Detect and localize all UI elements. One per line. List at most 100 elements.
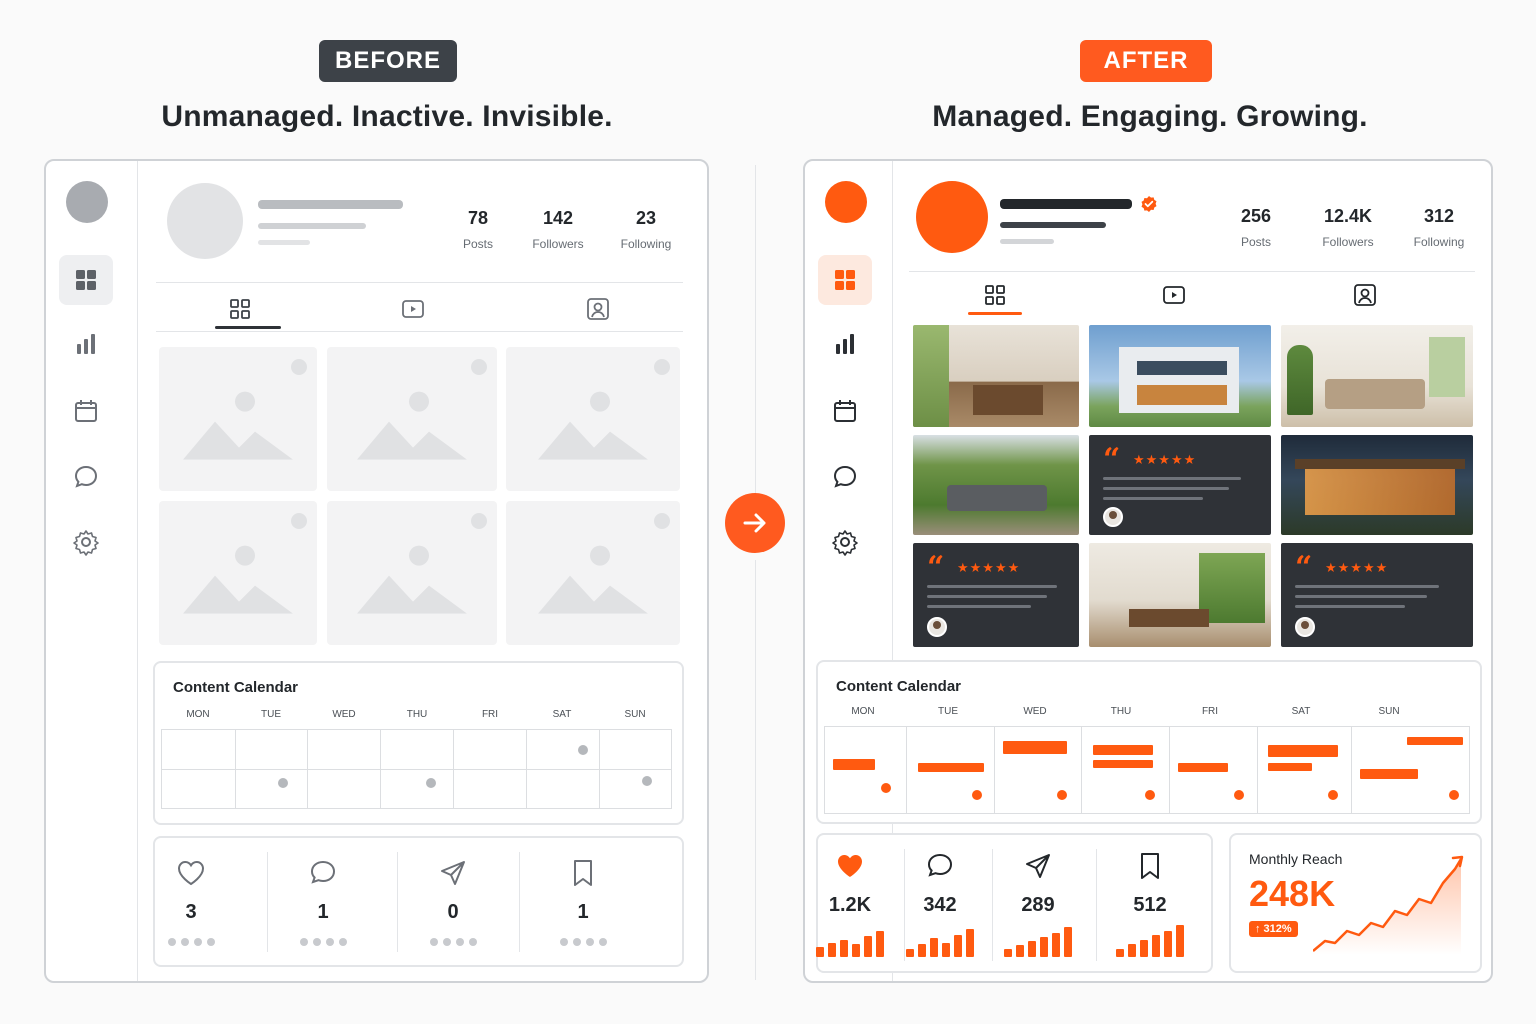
chat-icon bbox=[833, 465, 857, 488]
saves-value: 1 bbox=[577, 901, 589, 923]
tab-videos[interactable] bbox=[1119, 275, 1229, 315]
scheduled-post-dot[interactable] bbox=[1057, 790, 1067, 800]
post-photo-living-room[interactable] bbox=[1281, 325, 1473, 427]
scheduled-post-dot[interactable] bbox=[1449, 790, 1459, 800]
scheduled-post-dot[interactable] bbox=[1145, 790, 1155, 800]
calendar-icon bbox=[75, 400, 97, 422]
client-review-card[interactable]: “ ★★★★★ bbox=[1281, 543, 1473, 647]
sidebar-item-calendar[interactable] bbox=[818, 386, 872, 436]
tab-posts[interactable] bbox=[940, 275, 1050, 315]
scheduled-post-bar[interactable] bbox=[1268, 763, 1312, 771]
sidebar-avatar[interactable] bbox=[66, 181, 108, 223]
stat-value: 312 bbox=[1423, 206, 1455, 226]
likes-metric: 1.2K bbox=[805, 851, 900, 957]
sidebar-avatar[interactable] bbox=[825, 181, 867, 223]
before-sidebar bbox=[46, 161, 138, 981]
tab-tagged[interactable] bbox=[543, 289, 653, 329]
stat-value: 142 bbox=[542, 208, 574, 228]
scheduled-post-dot[interactable] bbox=[642, 776, 652, 786]
scheduled-post-bar[interactable] bbox=[1268, 745, 1338, 757]
client-review-card[interactable]: “ ★★★★★ bbox=[1089, 435, 1271, 535]
scheduled-post-bar[interactable] bbox=[1178, 763, 1228, 772]
comments-value: 342 bbox=[923, 894, 957, 916]
scheduled-post-dot[interactable] bbox=[1328, 790, 1338, 800]
profile-divider bbox=[909, 271, 1475, 272]
post-photo-house-night[interactable] bbox=[1281, 435, 1473, 535]
empty-post-placeholder bbox=[506, 347, 680, 491]
grid-icon bbox=[230, 299, 250, 319]
grid-icon bbox=[76, 270, 96, 290]
sidebar-item-grid[interactable] bbox=[818, 255, 872, 305]
monthly-reach-card: Monthly Reach 248K ↑ 312% bbox=[1229, 833, 1482, 973]
scheduled-post-bar[interactable] bbox=[918, 763, 984, 772]
stat-value: 12.4K bbox=[1323, 206, 1373, 226]
active-tab-indicator bbox=[215, 326, 281, 329]
image-placeholder-icon bbox=[183, 545, 293, 614]
tagged-user-icon bbox=[587, 298, 609, 320]
scheduled-post-dot[interactable] bbox=[1234, 790, 1244, 800]
video-icon bbox=[402, 300, 424, 318]
profile-avatar bbox=[167, 183, 243, 259]
post-photo-patio[interactable] bbox=[913, 435, 1079, 535]
sidebar-item-messages[interactable] bbox=[59, 452, 113, 502]
client-review-card[interactable]: “ ★★★★★ bbox=[913, 543, 1079, 647]
scheduled-post-bar[interactable] bbox=[1093, 760, 1153, 768]
comments-value: 1 bbox=[317, 901, 329, 923]
sidebar-item-settings[interactable] bbox=[59, 517, 113, 567]
stat-label: Followers bbox=[532, 237, 584, 251]
active-tab-indicator bbox=[968, 312, 1022, 315]
calendar-title: Content Calendar bbox=[836, 678, 962, 695]
scheduled-post-bar[interactable] bbox=[833, 759, 875, 770]
sidebar-item-analytics[interactable] bbox=[818, 319, 872, 369]
gear-icon bbox=[832, 530, 858, 556]
scheduled-post-dot[interactable] bbox=[578, 745, 588, 755]
grid-icon bbox=[985, 285, 1005, 305]
calendar-day: SUN bbox=[1378, 706, 1400, 717]
sidebar-item-grid[interactable] bbox=[59, 255, 113, 305]
sidebar-item-analytics[interactable] bbox=[59, 319, 113, 369]
calendar-day: WED bbox=[1023, 706, 1047, 717]
post-photo-kitchen[interactable] bbox=[913, 325, 1079, 427]
bar-chart-icon bbox=[77, 334, 95, 354]
calendar-day: THU bbox=[1110, 706, 1132, 717]
post-photo-modern-house[interactable] bbox=[1089, 325, 1271, 427]
profile-bio-bar bbox=[1000, 239, 1054, 244]
tab-tagged[interactable] bbox=[1310, 275, 1420, 315]
verified-badge-icon bbox=[1140, 195, 1158, 213]
post-photo-dining-room[interactable] bbox=[1089, 543, 1271, 647]
gear-icon bbox=[73, 530, 99, 556]
calendar-day: FRI bbox=[481, 709, 499, 720]
stat-label: Followers bbox=[1322, 235, 1374, 249]
calendar-day: THU bbox=[406, 709, 428, 720]
scheduled-post-bar[interactable] bbox=[1360, 769, 1418, 779]
scheduled-post-bar[interactable] bbox=[1093, 745, 1153, 755]
tab-posts[interactable] bbox=[185, 289, 295, 329]
empty-post-placeholder bbox=[159, 347, 317, 491]
panel-divider-top bbox=[755, 165, 756, 495]
scheduled-post-dot[interactable] bbox=[278, 778, 288, 788]
reach-growth-badge: ↑ 312% bbox=[1249, 921, 1298, 937]
sidebar-item-settings[interactable] bbox=[818, 517, 872, 567]
calendar-grid bbox=[161, 729, 672, 809]
before-after-arrow-button[interactable] bbox=[725, 493, 785, 553]
scheduled-post-dot[interactable] bbox=[426, 778, 436, 788]
sidebar-item-messages[interactable] bbox=[818, 452, 872, 502]
content-calendar-card: Content Calendar MON TUE WED THU FRI SAT… bbox=[816, 660, 1482, 824]
comment-icon bbox=[927, 853, 953, 877]
scheduled-post-dot[interactable] bbox=[972, 790, 982, 800]
scheduled-post-bar[interactable] bbox=[1407, 737, 1463, 745]
sidebar-item-calendar[interactable] bbox=[59, 386, 113, 436]
calendar-day: TUE bbox=[938, 706, 958, 717]
profile-name-placeholder bbox=[258, 200, 403, 209]
scheduled-post-dot[interactable] bbox=[881, 783, 891, 793]
star-rating: ★★★★★ bbox=[1133, 452, 1197, 467]
comments-metric: 1 bbox=[273, 858, 373, 946]
panel-divider-bottom bbox=[755, 560, 756, 980]
tabs-divider bbox=[156, 331, 683, 332]
scheduled-post-bar[interactable] bbox=[1003, 741, 1067, 754]
bookmark-icon bbox=[574, 860, 592, 886]
tab-videos[interactable] bbox=[358, 289, 468, 329]
saves-value: 512 bbox=[1133, 894, 1167, 916]
shares-metric: 289 bbox=[988, 851, 1088, 957]
stat-following: 23 Following bbox=[601, 208, 691, 251]
